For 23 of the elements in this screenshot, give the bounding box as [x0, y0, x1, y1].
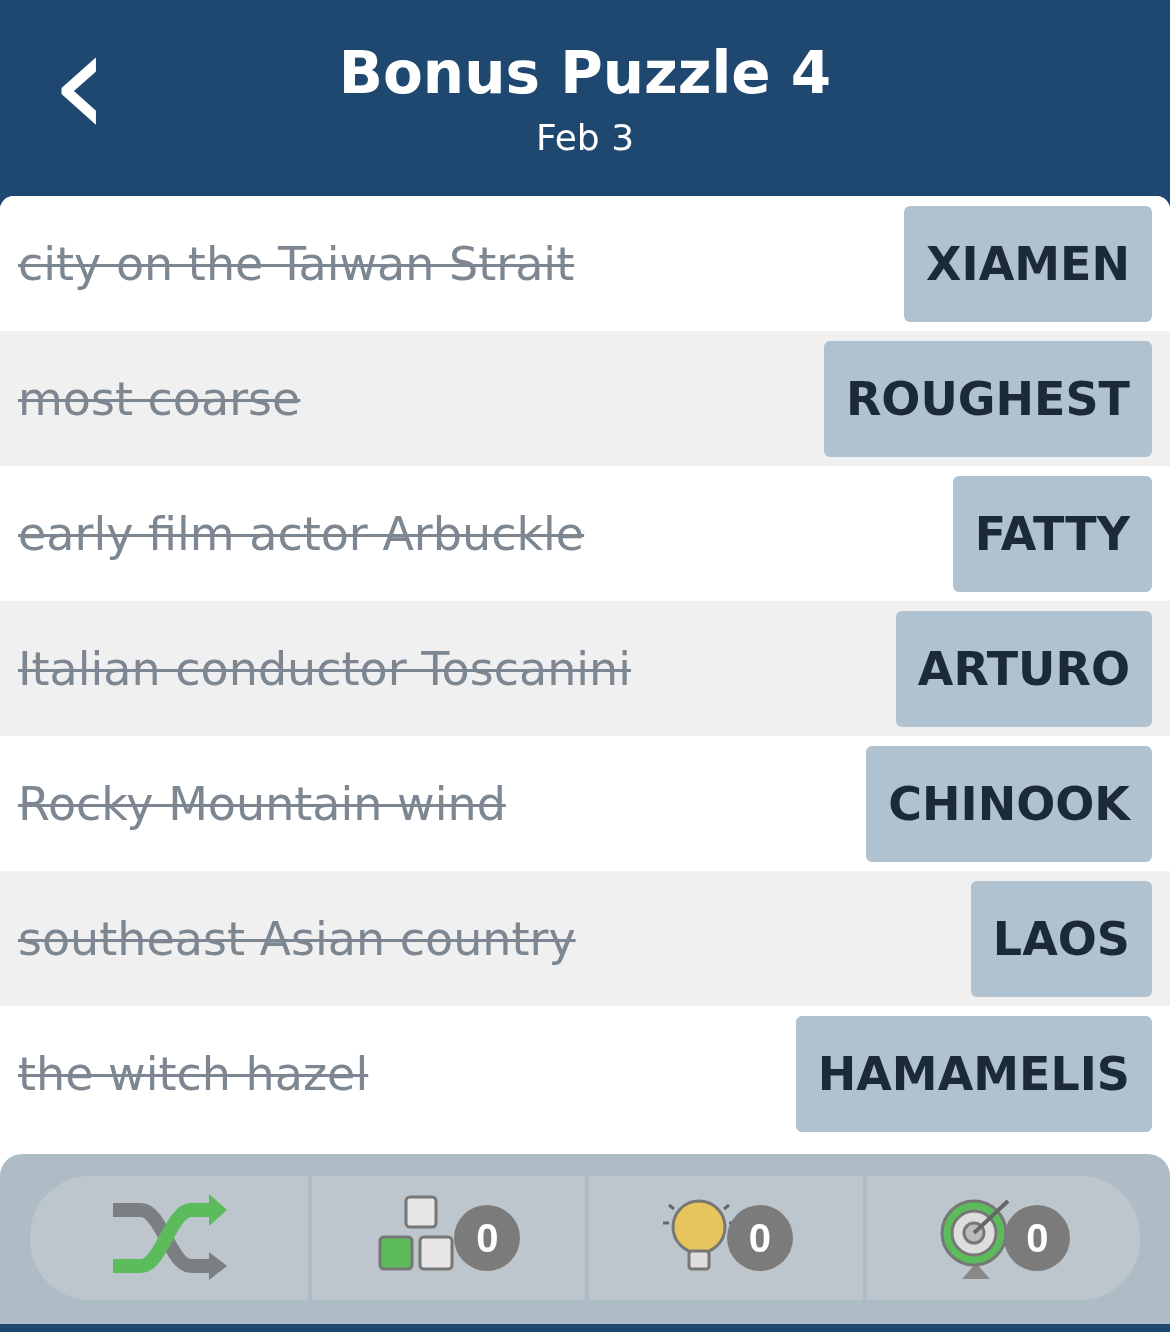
- count-badge: 0: [726, 1205, 793, 1271]
- clue-text: southeast Asian country: [18, 911, 576, 966]
- answer-tile: FATTY: [952, 475, 1152, 592]
- puzzle-title: Bonus Puzzle 4: [338, 38, 832, 107]
- clue-text: city on the Taiwan Strait: [18, 236, 575, 291]
- hint-button[interactable]: 0: [585, 1176, 863, 1300]
- answer-tile: XIAMEN: [904, 205, 1152, 322]
- answer-tile: ROUGHEST: [823, 340, 1152, 457]
- clue-text: Rocky Mountain wind: [18, 776, 506, 831]
- letters-button[interactable]: 0: [307, 1176, 585, 1300]
- clue-text: most coarse: [18, 371, 301, 426]
- back-button[interactable]: ‹: [0, 8, 110, 188]
- count-badge: 0: [1004, 1205, 1071, 1271]
- clue-text: Italian conductor Toscanini: [18, 641, 631, 696]
- count-badge: 0: [454, 1205, 521, 1271]
- answer-tile: CHINOOK: [866, 745, 1152, 862]
- clue-text: the witch hazel: [18, 1046, 369, 1101]
- answer-tile: LAOS: [970, 880, 1152, 997]
- target-button[interactable]: 0: [862, 1176, 1140, 1300]
- answer-tile: ARTURO: [895, 610, 1152, 727]
- clue-text: early film actor Arbuckle: [18, 506, 585, 561]
- answer-tile: HAMAMELIS: [795, 1015, 1152, 1132]
- puzzle-date: Feb 3: [535, 116, 635, 158]
